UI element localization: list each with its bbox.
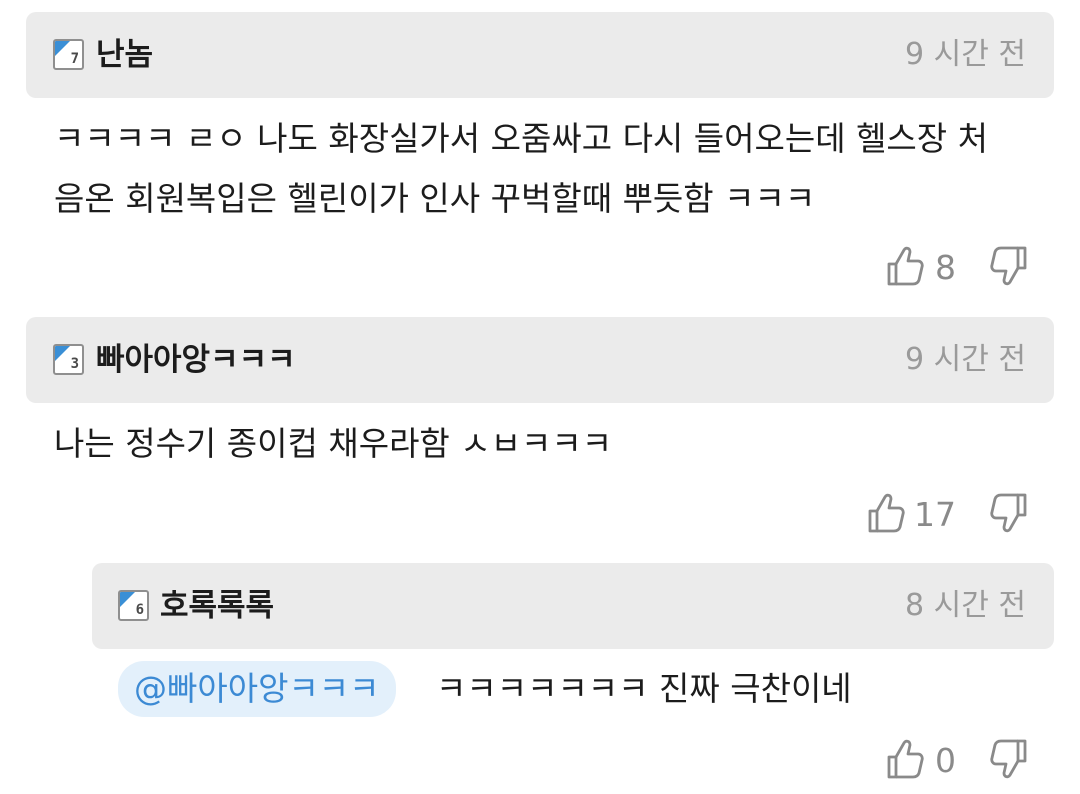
username[interactable]: 빠아아앙ㅋㅋㅋ — [96, 339, 296, 381]
comment-header: 3 빠아아앙ㅋㅋㅋ 9 시간 전 — [26, 317, 1054, 403]
thumbs-down-icon[interactable] — [989, 491, 1029, 535]
level-badge-icon: 3 — [53, 344, 84, 375]
username[interactable]: 호록록록 — [160, 585, 274, 627]
timestamp: 9 시간 전 — [905, 37, 1026, 72]
vote-actions: 8 — [885, 244, 1035, 294]
comment-text: 나는 정수기 종이컵 채우라함 ㅅㅂㅋㅋㅋ — [54, 424, 613, 463]
thumbs-up-icon[interactable] — [885, 244, 925, 288]
comment-text: ㅋㅋㅋㅋㅋㅋㅋ 진짜 극찬이네 — [436, 669, 852, 708]
like-count: 8 — [935, 248, 956, 287]
comment-header: 7 난놈 9 시간 전 — [26, 12, 1054, 98]
like-count: 0 — [935, 741, 956, 780]
thumbs-down-icon[interactable] — [989, 244, 1029, 288]
comment-header: 6 호록록록 8 시간 전 — [92, 563, 1054, 649]
vote-actions: 17 — [866, 491, 1036, 541]
like-count: 17 — [914, 495, 956, 534]
timestamp: 9 시간 전 — [905, 342, 1026, 377]
mention-tag[interactable]: @빠아아앙ㅋㅋㅋ — [118, 661, 396, 717]
thumbs-up-icon[interactable] — [885, 737, 925, 781]
username[interactable]: 난놈 — [96, 34, 153, 76]
vote-actions: 0 — [885, 737, 1035, 787]
level-badge-icon: 7 — [53, 39, 84, 70]
thumbs-up-icon[interactable] — [866, 491, 906, 535]
comment-text: ㅋㅋㅋㅋ ㄹㅇ 나도 화장실가서 오줌싸고 다시 들어오는데 헬스장 처 음온 … — [54, 119, 988, 218]
thumbs-down-icon[interactable] — [989, 737, 1029, 781]
level-badge-icon: 6 — [118, 590, 149, 621]
timestamp: 8 시간 전 — [905, 588, 1026, 623]
